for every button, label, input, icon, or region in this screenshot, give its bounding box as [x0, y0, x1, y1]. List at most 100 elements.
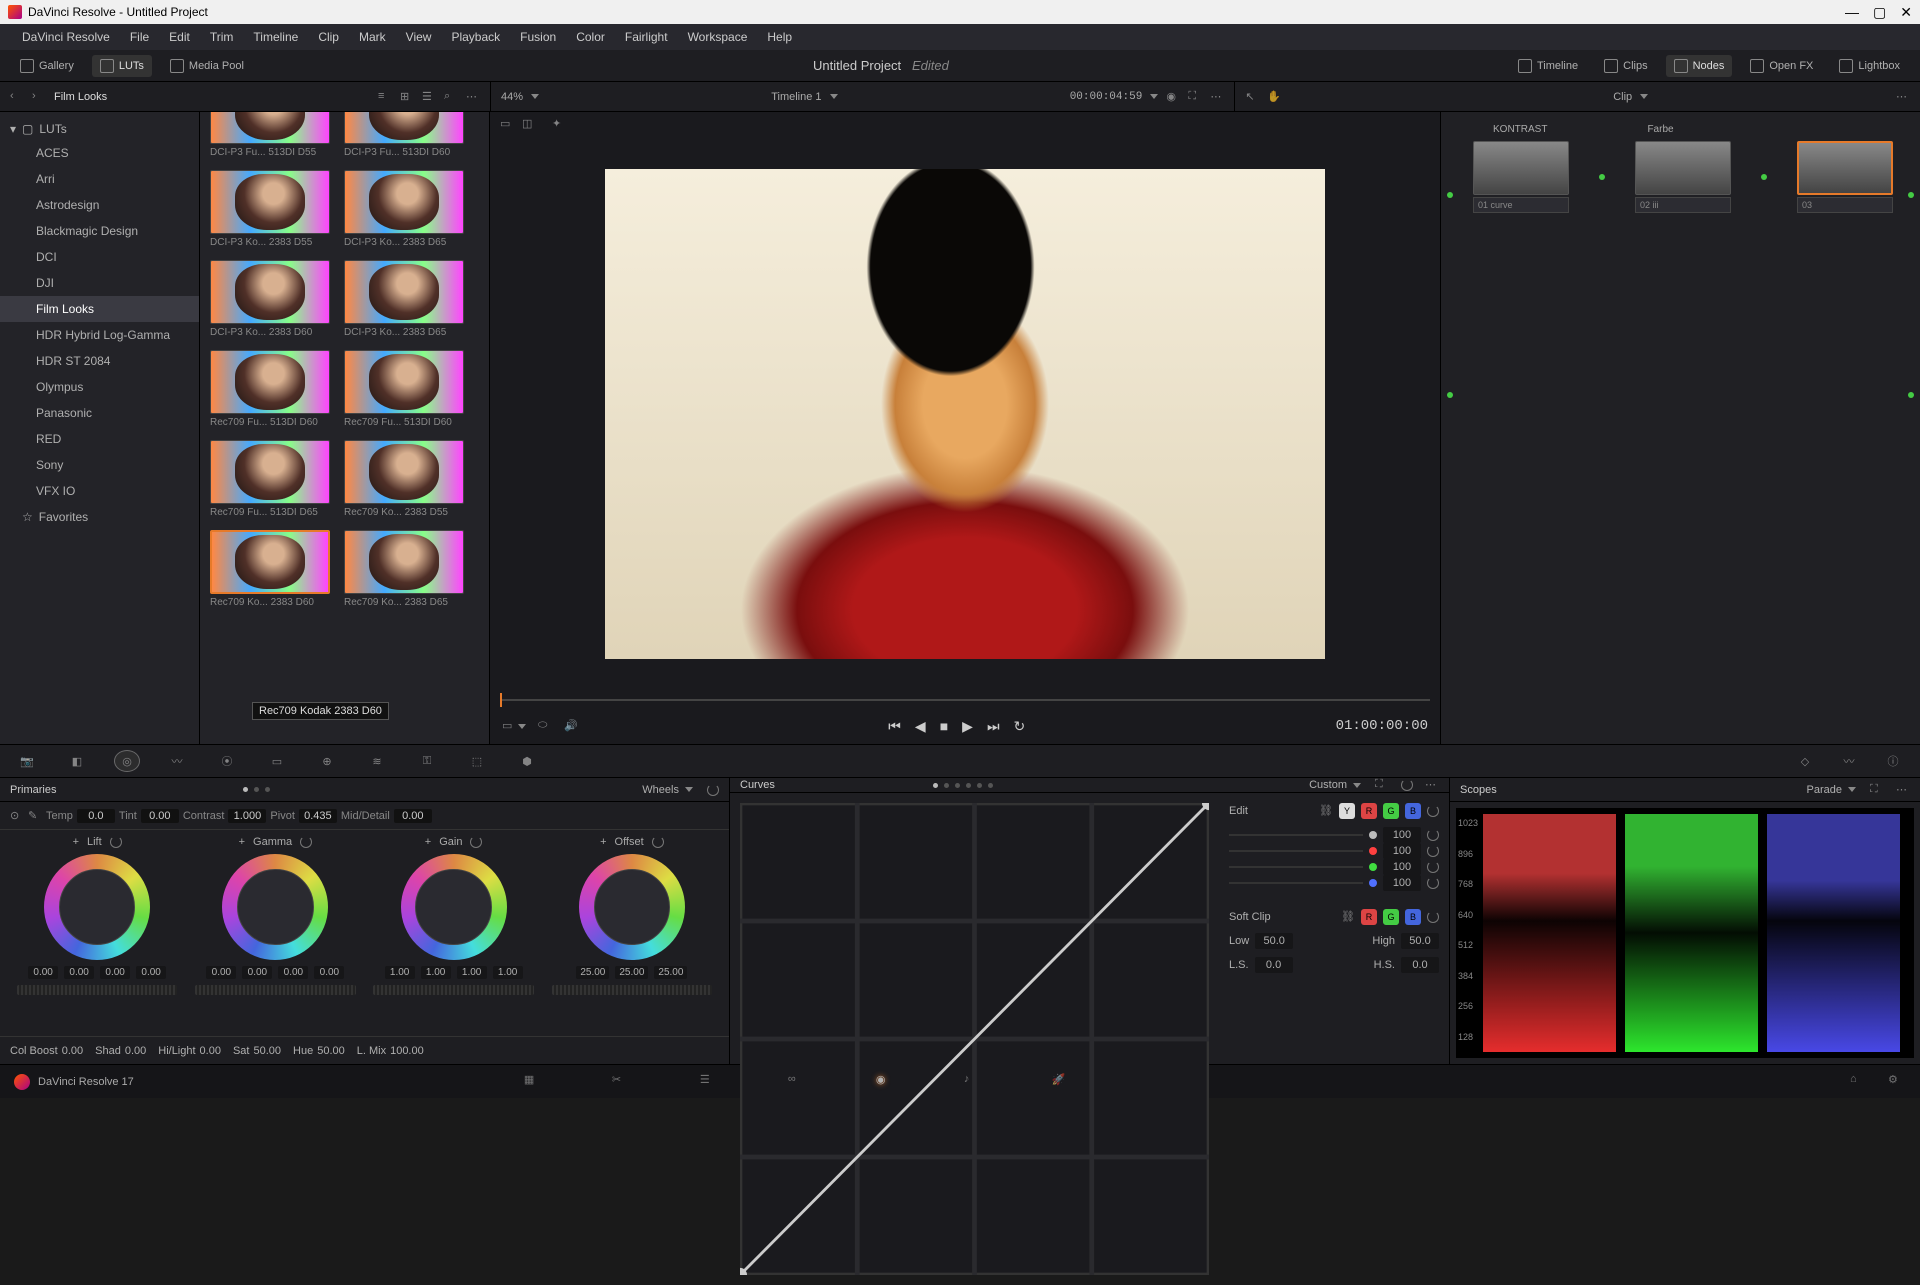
wheels-dropdown-icon[interactable] [685, 787, 693, 792]
curve-intensity-value[interactable]: 100 [1383, 843, 1421, 859]
sidebar-item-olympus[interactable]: Olympus [0, 374, 199, 400]
viewer-canvas[interactable] [490, 136, 1440, 692]
sidebar-item-hdr-hybrid-log-gamma[interactable]: HDR Hybrid Log-Gamma [0, 322, 199, 348]
channel-g-button[interactable]: G [1383, 803, 1399, 819]
menu-timeline[interactable]: Timeline [243, 30, 308, 44]
mode-dropdown-icon[interactable] [1640, 94, 1648, 99]
curve-intensity-value[interactable]: 100 [1383, 827, 1421, 843]
menu-fairlight[interactable]: Fairlight [615, 30, 678, 44]
sidebar-item-panasonic[interactable]: Panasonic [0, 400, 199, 426]
qualifier-palette-icon[interactable]: ⦿ [214, 750, 240, 772]
lut-thumb[interactable]: DCI-P3 Ko... 2383 D55 [210, 170, 330, 248]
sizing-palette-icon[interactable]: ⬚ [464, 750, 490, 772]
curves-graph[interactable] [730, 793, 1219, 1285]
scopes-mode-label[interactable]: Parade [1807, 784, 1842, 796]
gamma-wheel[interactable]: +Gamma0.000.000.000.00 [186, 836, 364, 1030]
lut-thumb[interactable]: Rec709 Fu... 513DI D60 [210, 350, 330, 428]
node-mode[interactable]: Clip [1613, 91, 1632, 103]
mute-icon[interactable]: 🔊 [564, 719, 578, 733]
graph-input-2[interactable] [1447, 392, 1453, 398]
page-fusion-icon[interactable]: ∞ [788, 1073, 806, 1091]
menu-clip[interactable]: Clip [308, 30, 349, 44]
curve-intensity-value[interactable]: 100 [1383, 875, 1421, 891]
lut-thumb[interactable]: Rec709 Ko... 2383 D60 [210, 530, 330, 608]
hue-value[interactable]: 50.00 [317, 1045, 345, 1057]
step-back-button[interactable]: ◀ [915, 718, 926, 735]
curve-reset-icon[interactable] [1427, 845, 1439, 857]
menu-edit[interactable]: Edit [159, 30, 200, 44]
sidebar-favorites[interactable]: ☆ Favorites [0, 504, 199, 530]
lift-wheel[interactable]: +Lift0.000.000.000.00 [8, 836, 186, 1030]
lift-reset-icon[interactable] [110, 836, 122, 848]
tint-value[interactable]: 0.00 [141, 809, 179, 823]
sidebar-item-aces[interactable]: ACES [0, 140, 199, 166]
offset-wheel[interactable]: +Offset25.0025.0025.00 [543, 836, 721, 1030]
bypass-icon[interactable]: ◉ [1166, 90, 1180, 104]
hand-icon[interactable]: ✋ [1267, 90, 1281, 104]
menu-help[interactable]: Help [757, 30, 802, 44]
graph-input[interactable] [1447, 192, 1453, 198]
split-icon[interactable]: ◫ [522, 117, 536, 131]
sidebar-item-vfx-io[interactable]: VFX IO [0, 478, 199, 504]
curves-mode-label[interactable]: Custom [1309, 779, 1347, 791]
channel-r-button[interactable]: R [1361, 803, 1377, 819]
nodes-toggle[interactable]: Nodes [1666, 55, 1733, 77]
viewer-scrubber[interactable] [500, 692, 1430, 708]
sidebar-item-hdr-st-2084[interactable]: HDR ST 2084 [0, 348, 199, 374]
sidebar-item-dci[interactable]: DCI [0, 244, 199, 270]
shad-value[interactable]: 0.00 [125, 1045, 146, 1057]
maximize-button[interactable]: ▢ [1873, 4, 1886, 21]
keyframes-icon[interactable]: ◇ [1792, 750, 1818, 772]
lut-thumb[interactable]: DCI-P3 Ko... 2383 D65 [344, 260, 464, 338]
lut-thumb[interactable]: Rec709 Fu... 513DI D65 [210, 440, 330, 518]
loop-range-icon[interactable]: ⬭ [538, 719, 552, 733]
menu-davinci-resolve[interactable]: DaVinci Resolve [12, 30, 120, 44]
channel-y-button[interactable]: Y [1339, 803, 1355, 819]
sc-low-value[interactable]: 50.0 [1255, 933, 1293, 949]
timeline-toggle[interactable]: Timeline [1510, 55, 1586, 77]
viewer-options-icon[interactable]: ⋯ [1210, 90, 1224, 104]
zoom-dropdown-icon[interactable] [531, 94, 539, 99]
minimize-button[interactable]: — [1845, 4, 1859, 21]
curve-reset-icon[interactable] [1427, 829, 1439, 841]
picker-icon[interactable]: + [425, 836, 431, 848]
timeline-dropdown-icon[interactable] [830, 94, 838, 99]
lut-thumb[interactable]: DCI-P3 Fu... 513DI D55 [210, 112, 330, 158]
offset-master[interactable] [552, 985, 712, 995]
awb-icon[interactable]: ✎ [28, 809, 42, 823]
sidebar-item-red[interactable]: RED [0, 426, 199, 452]
viewer-zoom[interactable]: 44% [501, 91, 523, 103]
hue-curves-palette-icon[interactable]: 〰 [164, 750, 190, 772]
options-icon[interactable]: ⋯ [466, 90, 480, 104]
color-node-03[interactable]: 03 [1797, 141, 1893, 213]
scopes-options-icon[interactable]: ⋯ [1896, 783, 1910, 797]
curves-reset-icon[interactable] [1401, 779, 1413, 791]
pivot-value[interactable]: 0.435 [299, 809, 337, 823]
offset-reset-icon[interactable] [652, 836, 664, 848]
gain-reset-icon[interactable] [470, 836, 482, 848]
picker-icon[interactable]: + [239, 836, 245, 848]
luts-root[interactable]: ▾ ▢ LUTs [0, 118, 199, 140]
lightbox-toggle[interactable]: Lightbox [1831, 55, 1908, 77]
picker-icon[interactable]: + [600, 836, 606, 848]
mid-detail-value[interactable]: 0.00 [394, 809, 432, 823]
sidebar-item-dji[interactable]: DJI [0, 270, 199, 296]
curve-reset-icon[interactable] [1427, 861, 1439, 873]
info-icon[interactable]: ⓘ [1880, 750, 1906, 772]
3d-palette-icon[interactable]: ⬢ [514, 750, 540, 772]
camera-raw-palette-icon[interactable]: 📷 [14, 750, 40, 772]
menu-file[interactable]: File [120, 30, 159, 44]
sidebar-item-blackmagic-design[interactable]: Blackmagic Design [0, 218, 199, 244]
curve-intensity-value[interactable]: 100 [1383, 859, 1421, 875]
edit-reset-icon[interactable] [1427, 805, 1439, 817]
media-pool-toggle[interactable]: Media Pool [162, 55, 252, 77]
curves-dropdown-icon[interactable] [1353, 783, 1361, 788]
sc-reset-icon[interactable] [1427, 911, 1439, 923]
timeline-name[interactable]: Timeline 1 [771, 91, 821, 103]
sc-ls-value[interactable]: 0.0 [1255, 957, 1293, 973]
sc-g-button[interactable]: G [1383, 909, 1399, 925]
fullscreen-icon[interactable]: ⛶ [1188, 90, 1202, 104]
sc-high-value[interactable]: 50.0 [1401, 933, 1439, 949]
gamma-reset-icon[interactable] [300, 836, 312, 848]
picker-icon[interactable]: + [73, 836, 79, 848]
